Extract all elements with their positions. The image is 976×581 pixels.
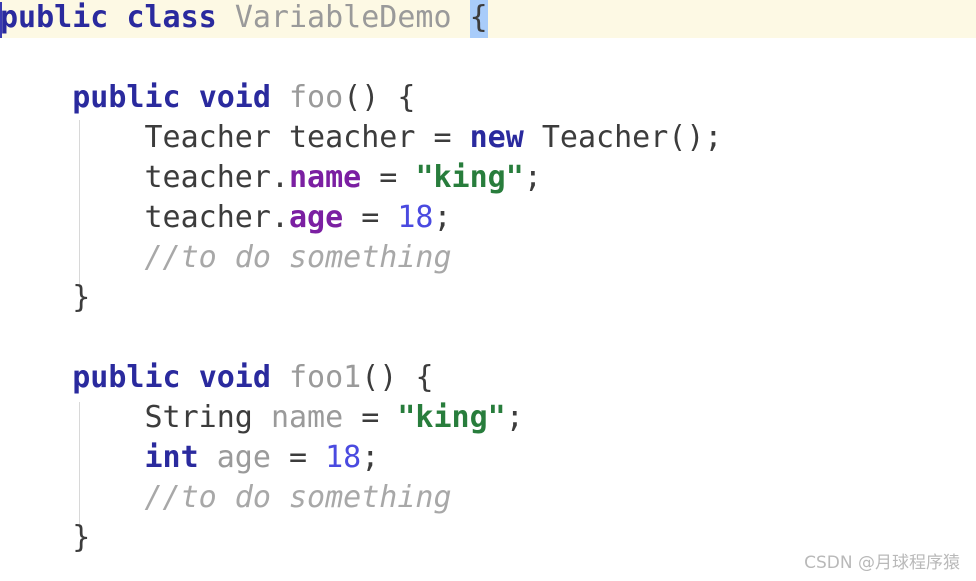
code-line-12[interactable]: int age = 18; <box>0 438 976 478</box>
keyword-class: class <box>126 0 217 35</box>
code-line-1[interactable]: public class VariableDemo { <box>0 0 976 38</box>
watermark: CSDN @月球程序猿 <box>804 553 960 573</box>
semicolon: ; <box>505 400 524 435</box>
string-literal: "king" <box>415 160 524 195</box>
semicolon: ; <box>433 200 452 235</box>
string-literal: "king" <box>397 400 506 435</box>
keyword-int: int <box>144 440 199 475</box>
local-variable-name: name <box>270 400 344 435</box>
keyword-public: public <box>0 0 109 35</box>
method-name-foo1: foo1 <box>289 360 362 395</box>
assignment-operator: = <box>270 440 326 475</box>
brace-close: } <box>72 520 91 555</box>
method-name-foo: foo <box>289 80 344 115</box>
matched-brace-open[interactable]: { <box>469 0 488 38</box>
code-editor[interactable]: public class VariableDemo { public void … <box>0 0 976 581</box>
code-line-9-blank[interactable] <box>0 318 976 358</box>
local-variable-age: age <box>216 440 271 475</box>
number-literal: 18 <box>325 440 362 475</box>
field-name: name <box>289 160 362 195</box>
code-content[interactable]: public class VariableDemo { public void … <box>0 0 976 558</box>
brace-open: { <box>415 360 434 395</box>
code-line-5[interactable]: teacher.name = "king"; <box>0 158 976 198</box>
assignment-operator: = <box>361 160 416 195</box>
code-line-10[interactable]: public void foo1() { <box>0 358 976 398</box>
brace-close: } <box>72 280 91 315</box>
parentheses: () <box>343 80 398 115</box>
code-line-3[interactable]: public void foo() { <box>0 78 976 118</box>
code-line-2-blank[interactable] <box>0 38 976 78</box>
code-line-11[interactable]: String name = "king"; <box>0 398 976 438</box>
dot-operator: . <box>270 160 289 195</box>
code-line-6[interactable]: teacher.age = 18; <box>0 198 976 238</box>
type-teacher: Teacher <box>144 120 271 155</box>
number-literal: 18 <box>397 200 434 235</box>
keyword-new: new <box>469 120 524 155</box>
code-line-13[interactable]: //to do something <box>0 478 976 518</box>
keyword-public: public <box>72 360 181 395</box>
keyword-void: void <box>198 80 271 115</box>
constructor-call: Teacher(); <box>541 120 723 155</box>
comment: //to do something <box>144 480 452 515</box>
type-string: String <box>144 400 253 435</box>
field-age: age <box>289 200 344 235</box>
class-name: VariableDemo <box>234 0 452 35</box>
assignment-operator: = <box>415 120 470 155</box>
assignment-operator: = <box>343 400 398 435</box>
comment: //to do something <box>144 240 452 275</box>
variable-teacher: teacher <box>289 120 416 155</box>
parentheses: () <box>361 360 416 395</box>
assignment-operator: = <box>343 200 398 235</box>
code-line-4[interactable]: Teacher teacher = new Teacher(); <box>0 118 976 158</box>
keyword-void: void <box>198 360 271 395</box>
variable-teacher: teacher <box>144 200 271 235</box>
variable-teacher: teacher <box>144 160 271 195</box>
dot-operator: . <box>270 200 289 235</box>
keyword-public: public <box>72 80 181 115</box>
brace-open: { <box>397 80 416 115</box>
semicolon: ; <box>523 160 542 195</box>
code-line-7[interactable]: //to do something <box>0 238 976 278</box>
semicolon: ; <box>361 440 380 475</box>
code-line-8[interactable]: } <box>0 278 976 318</box>
